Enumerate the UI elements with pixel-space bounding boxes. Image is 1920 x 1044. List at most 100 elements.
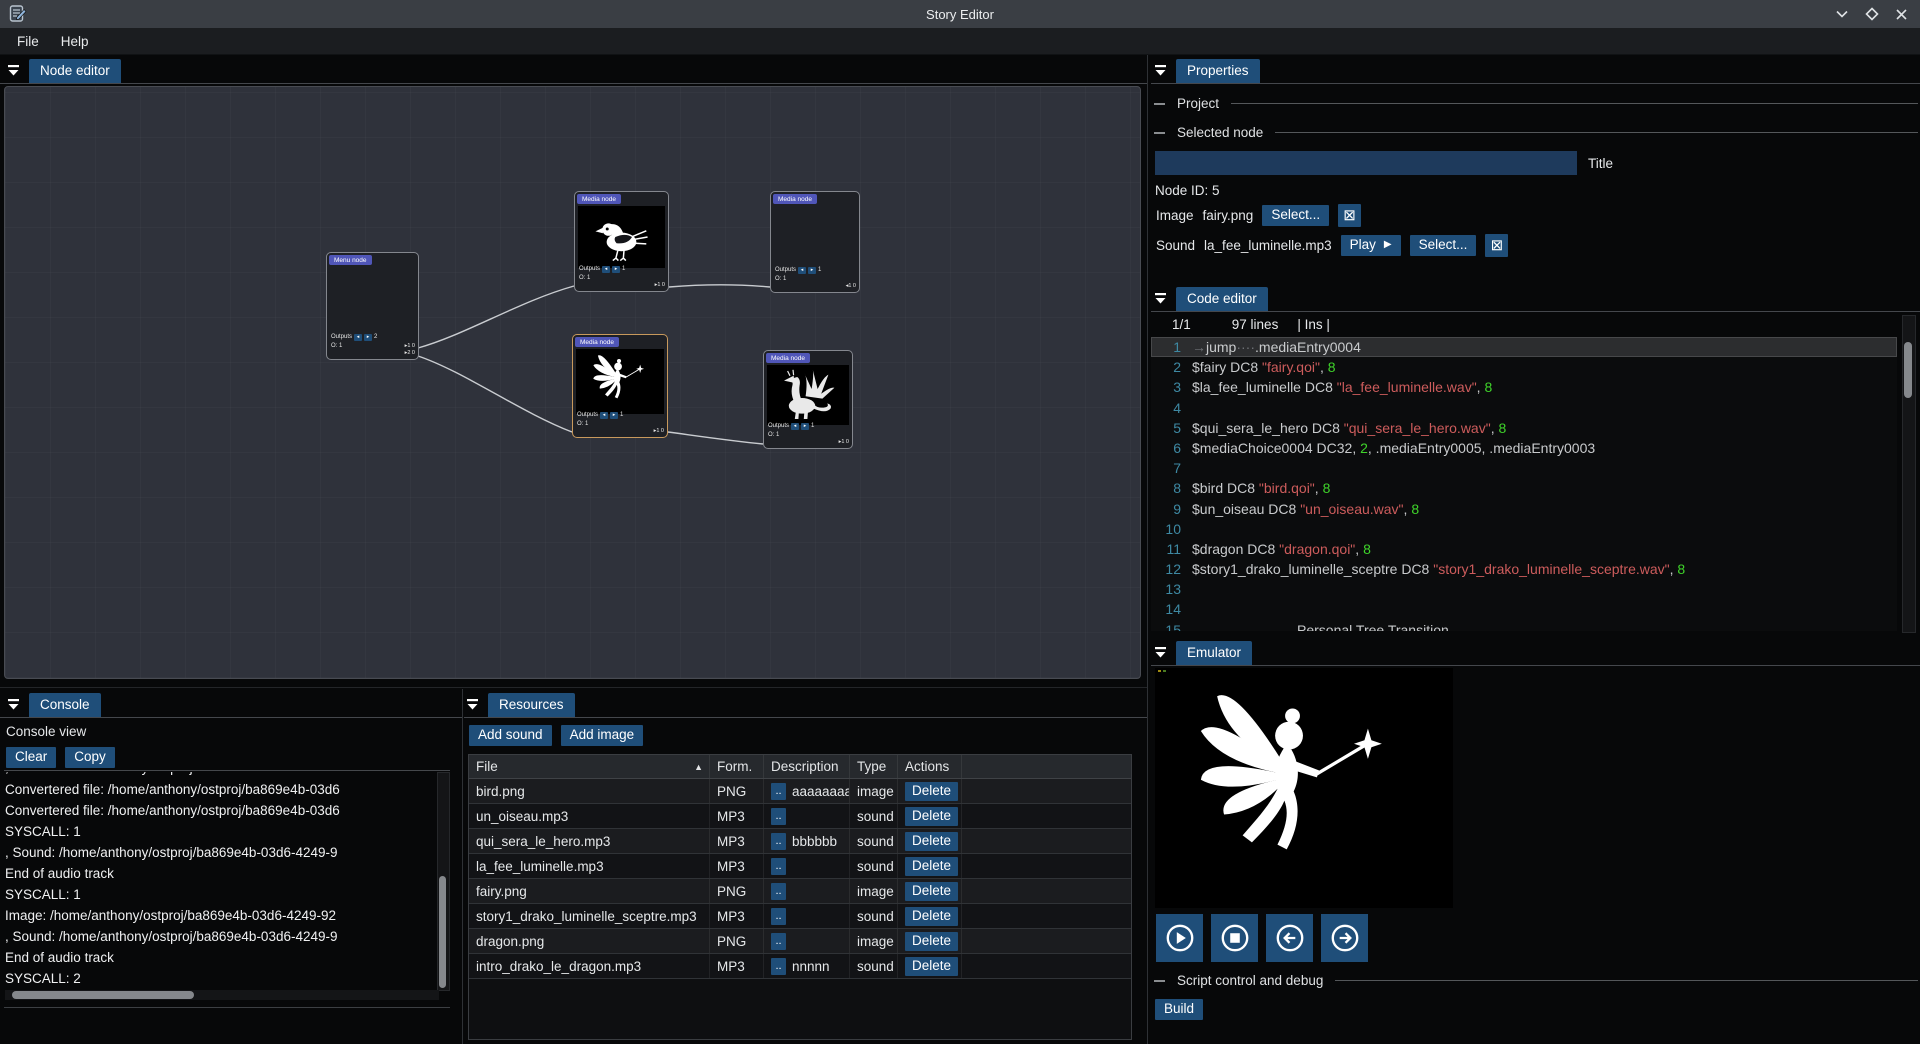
column-header-type[interactable]: Type — [857, 759, 886, 774]
console-horizontal-scrollbar[interactable] — [5, 990, 439, 1000]
tab-properties[interactable]: Properties — [1176, 59, 1260, 83]
main-right-divider[interactable] — [1147, 55, 1148, 1044]
code-line[interactable]: 14 — [1151, 599, 1897, 619]
edit-description-button[interactable]: .. — [771, 958, 786, 975]
select-sound-button[interactable]: Select... — [1410, 235, 1477, 256]
table-row[interactable]: la_fee_luminelle.mp3MP3..soundDelete — [469, 854, 1131, 879]
collapse-icon[interactable] — [1154, 292, 1167, 304]
menu-help[interactable]: Help — [50, 31, 100, 52]
step-forward-button[interactable] — [1321, 914, 1368, 962]
output-next-icon[interactable]: ▸ — [612, 266, 620, 273]
delete-button[interactable]: Delete — [905, 857, 958, 876]
column-header-file[interactable]: File — [476, 759, 498, 774]
add-sound-button[interactable]: Add sound — [469, 725, 552, 746]
edit-description-button[interactable]: .. — [771, 808, 786, 825]
console-resources-divider[interactable] — [462, 689, 463, 1044]
collapse-icon[interactable] — [466, 698, 479, 710]
play-sound-button[interactable]: Play▶ — [1341, 235, 1401, 256]
edit-description-button[interactable]: .. — [771, 858, 786, 875]
clear-image-button[interactable]: ⊠ — [1338, 204, 1361, 227]
collapse-icon[interactable] — [7, 698, 20, 710]
clear-sound-button[interactable]: ⊠ — [1485, 234, 1508, 257]
maximize-button[interactable] — [1865, 7, 1879, 21]
code-line[interactable]: 4 — [1151, 398, 1897, 418]
node-port[interactable]: ▸1 0 — [655, 282, 665, 289]
edit-description-button[interactable]: .. — [771, 783, 786, 800]
delete-button[interactable]: Delete — [905, 807, 958, 826]
step-back-button[interactable] — [1266, 914, 1313, 962]
delete-button[interactable]: Delete — [905, 957, 958, 976]
output-prev-icon[interactable]: ◂ — [798, 267, 806, 274]
add-image-button[interactable]: Add image — [561, 725, 644, 746]
edit-description-button[interactable]: .. — [771, 883, 786, 900]
graph-node[interactable]: Media nodeOutputs◂▸1O: 1▸1 0 — [763, 350, 853, 449]
code-line[interactable]: 11$dragon DC8 "dragon.qoi", 8 — [1151, 539, 1897, 559]
code-line[interactable]: 1→jump····.mediaEntry0004 — [1151, 337, 1897, 357]
collapse-icon[interactable] — [7, 64, 20, 76]
menu-file[interactable]: File — [6, 31, 50, 52]
table-row[interactable]: intro_drako_le_dragon.mp3MP3..nnnnnsound… — [469, 954, 1131, 979]
code-line[interactable]: 5$qui_sera_le_hero DC8 "qui_sera_le_hero… — [1151, 418, 1897, 438]
select-image-button[interactable]: Select... — [1262, 205, 1329, 226]
node-port[interactable]: ◂1 0 — [846, 283, 856, 290]
collapse-icon[interactable] — [1154, 64, 1167, 76]
delete-button[interactable]: Delete — [905, 907, 958, 926]
tab-code-editor[interactable]: Code editor — [1176, 287, 1268, 311]
title-input[interactable] — [1155, 151, 1577, 175]
code-line[interactable]: 7 — [1151, 458, 1897, 478]
column-header-form[interactable]: Form. — [717, 759, 752, 774]
tab-console[interactable]: Console — [29, 693, 101, 717]
output-next-icon[interactable]: ▸ — [364, 334, 372, 341]
code-line[interactable]: 9$un_oiseau DC8 "un_oiseau.wav", 8 — [1151, 499, 1897, 519]
output-next-icon[interactable]: ▸ — [801, 423, 809, 430]
graph-node[interactable]: Media nodeOutputs◂▸1O: 1▸1 0 — [574, 191, 669, 292]
code-line[interactable]: 6$mediaChoice0004 DC32, 2, .mediaEntry00… — [1151, 438, 1897, 458]
code-line[interactable]: 2$fairy DC8 "fairy.qoi", 8 — [1151, 357, 1897, 377]
delete-button[interactable]: Delete — [905, 832, 958, 851]
table-row[interactable]: un_oiseau.mp3MP3..soundDelete — [469, 804, 1131, 829]
tab-resources[interactable]: Resources — [488, 693, 575, 717]
code-line[interactable]: 10 — [1151, 519, 1897, 539]
graph-node[interactable]: Menu nodeOutputs◂▸2O: 1▸1 0▸2 0 — [326, 252, 419, 360]
node-port[interactable]: ▸1 0 — [405, 343, 415, 350]
column-header-description[interactable]: Description — [771, 759, 839, 774]
collapse-icon[interactable] — [1154, 646, 1167, 658]
minimize-button[interactable] — [1835, 8, 1849, 20]
table-row[interactable]: fairy.pngPNG..imageDelete — [469, 879, 1131, 904]
delete-button[interactable]: Delete — [905, 932, 958, 951]
output-next-icon[interactable]: ▸ — [610, 412, 618, 419]
code-line[interactable]: 12$story1_drako_luminelle_sceptre DC8 "s… — [1151, 559, 1897, 579]
table-row[interactable]: dragon.pngPNG..imageDelete — [469, 929, 1131, 954]
delete-button[interactable]: Delete — [905, 782, 958, 801]
output-next-icon[interactable]: ▸ — [808, 267, 816, 274]
code-line[interactable]: 13 — [1151, 579, 1897, 599]
output-prev-icon[interactable]: ◂ — [791, 423, 799, 430]
table-row[interactable]: qui_sera_le_hero.mp3MP3..bbbbbbsoundDele… — [469, 829, 1131, 854]
tab-emulator[interactable]: Emulator — [1176, 641, 1252, 665]
output-prev-icon[interactable]: ◂ — [354, 334, 362, 341]
output-prev-icon[interactable]: ◂ — [600, 412, 608, 419]
graph-node[interactable]: Media nodeOutputs◂▸1O: 1◂1 0 — [770, 191, 860, 293]
tab-node-editor[interactable]: Node editor — [29, 59, 121, 83]
close-button[interactable] — [1895, 8, 1908, 21]
code-line[interactable]: 15 Personal Tree Transition — [1151, 620, 1897, 631]
node-port[interactable]: ▸1 0 — [839, 439, 849, 446]
code-line[interactable]: 3$la_fee_luminelle DC8 "la_fee_luminelle… — [1151, 377, 1897, 397]
code-vertical-scrollbar[interactable] — [1902, 315, 1916, 633]
edit-description-button[interactable]: .. — [771, 908, 786, 925]
copy-button[interactable]: Copy — [65, 747, 115, 768]
stop-button[interactable] — [1211, 914, 1258, 962]
node-port[interactable]: ▸1 0 — [654, 428, 664, 435]
edit-description-button[interactable]: .. — [771, 933, 786, 950]
console-vertical-scrollbar[interactable] — [437, 772, 450, 991]
column-header-actions[interactable]: Actions — [905, 759, 949, 774]
clear-button[interactable]: Clear — [6, 747, 56, 768]
graph-node[interactable]: Media nodeOutputs◂▸1O: 1▸1 0 — [572, 334, 668, 438]
node-port[interactable]: ▸2 0 — [405, 350, 415, 357]
table-row[interactable]: story1_drako_luminelle_sceptre.mp3MP3..s… — [469, 904, 1131, 929]
output-prev-icon[interactable]: ◂ — [602, 266, 610, 273]
node-canvas[interactable]: Menu nodeOutputs◂▸2O: 1▸1 0▸2 0Media nod… — [4, 86, 1141, 679]
build-button[interactable]: Build — [1155, 999, 1203, 1020]
code-line[interactable]: 8$bird DC8 "bird.qoi", 8 — [1151, 478, 1897, 498]
table-row[interactable]: bird.pngPNG..aaaaaaaaaimageDelete — [469, 779, 1131, 804]
